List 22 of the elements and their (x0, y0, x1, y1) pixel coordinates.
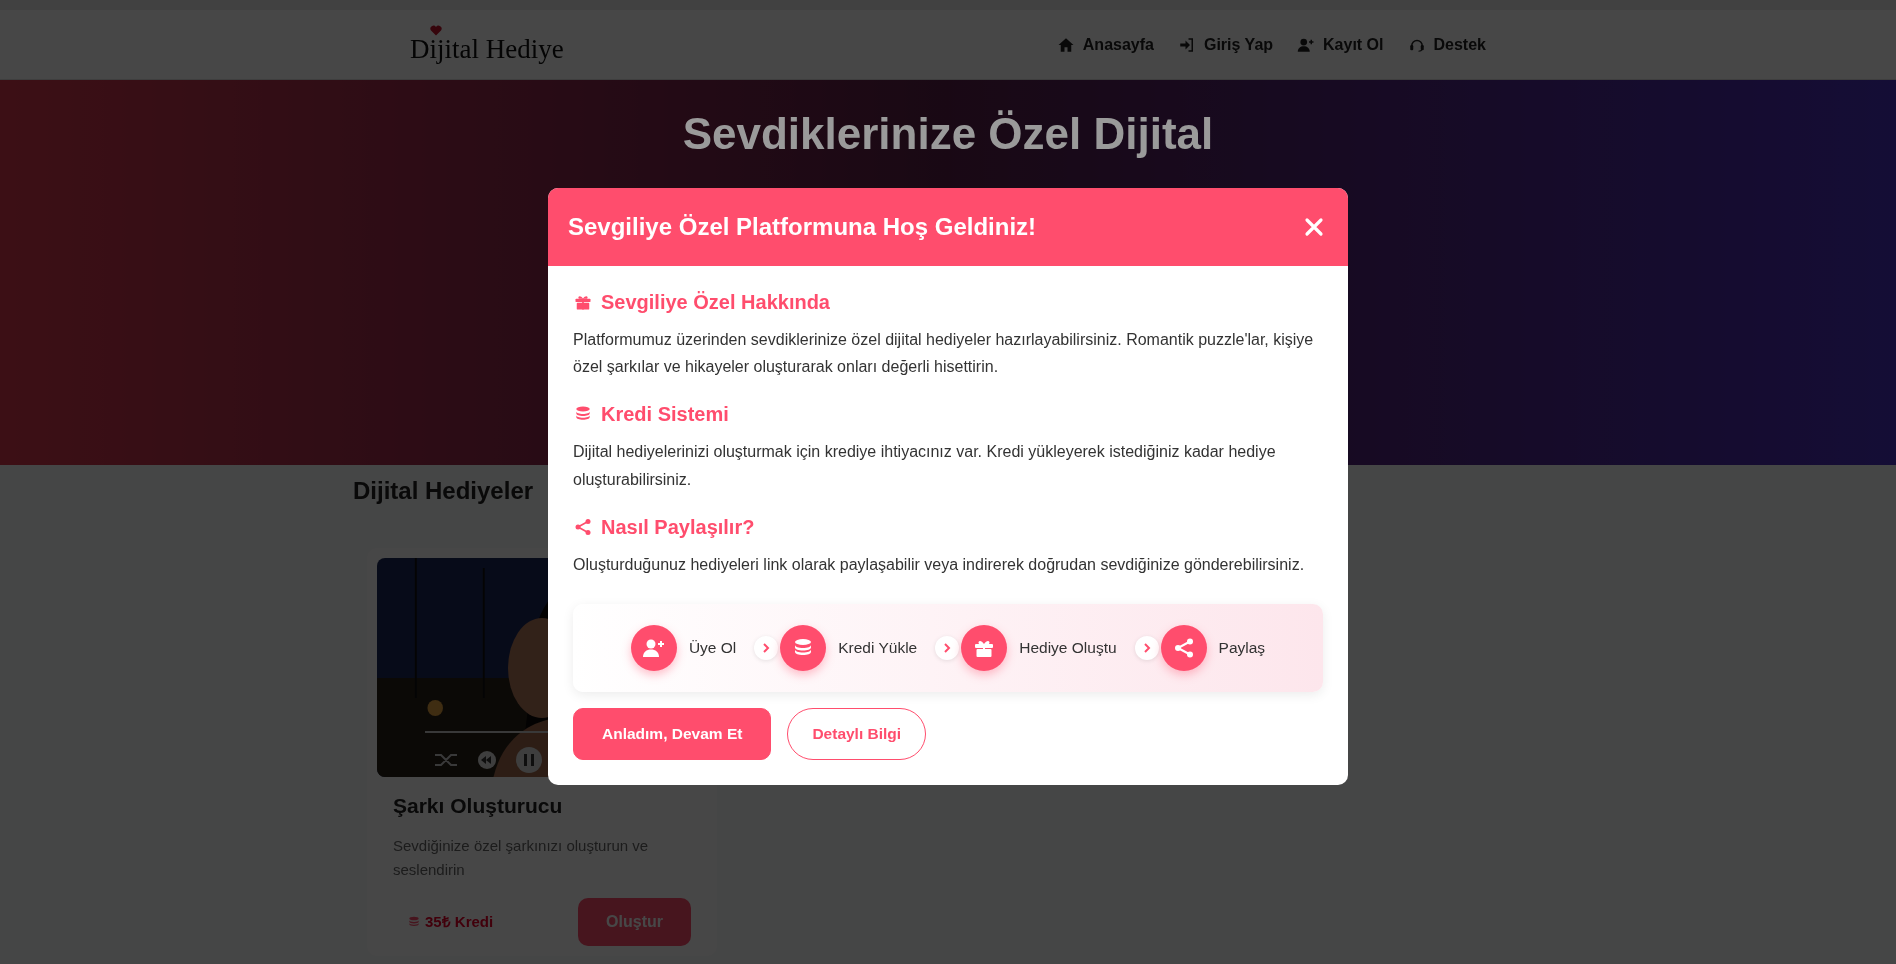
section-text: Platformumuz üzerinden sevdiklerinize özel dijital hediyeler hazırlayabilirsiniz. Romantik puzzle'lar, kişiye özel şarkılar ve hikayeler oluşturarak onları değerli hisettirin. (573, 330, 1315, 378)
section-title: Dijital Hediyeler (353, 476, 534, 506)
chevron-icon (1134, 635, 1159, 660)
section-heading: Sevgiliye Özel Hakkında (601, 290, 830, 314)
close-icon (1304, 217, 1324, 237)
section-heading: Kredi Sistemi (601, 402, 729, 427)
continue-button[interactable]: Anladım, Devam Et (573, 707, 772, 760)
step-label: Hediye Oluştu (1019, 638, 1117, 659)
share-icon (573, 516, 593, 537)
section-text: Oluşturduğunuz hediyeleri link olarak paylaşabilir veya indirerek doğrudan sevdiğinize gönderebilirsiniz. (573, 554, 1306, 575)
step-label: Üye Ol (688, 638, 737, 659)
modal-title: Sevgiliye Özel Platformuna Hoş Geldiniz! (568, 212, 1037, 242)
section-text: Dijital hediyelerinizi oluşturmak için krediye ihtiyacınız var. Kredi yükleyerek istediğiniz kadar hediye oluşturabilirsiniz. (573, 442, 1277, 490)
chevron-icon (754, 635, 779, 660)
close-button[interactable] (1304, 217, 1324, 237)
details-button[interactable]: Detaylı Bilgi (787, 707, 927, 760)
step-label: Paylaş (1218, 638, 1266, 659)
chevron-icon (935, 635, 960, 660)
section-heading: Nasıl Paylaşılır? (601, 514, 755, 539)
hero-title: Sevdiklerinize Özel Dijital (682, 108, 1214, 160)
step-label: Kredi Yükle (838, 638, 918, 659)
card-title: Şarkı Oluşturucu (393, 792, 564, 818)
